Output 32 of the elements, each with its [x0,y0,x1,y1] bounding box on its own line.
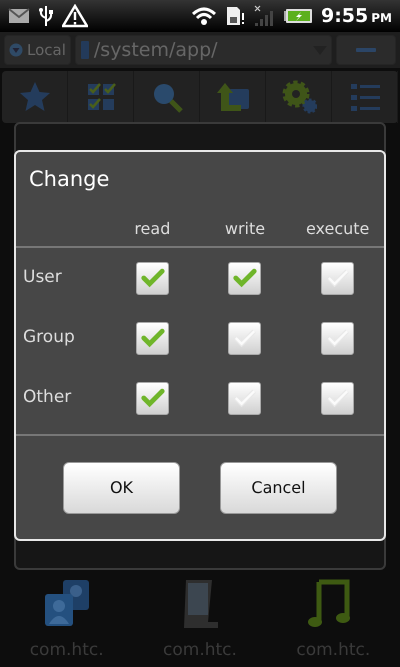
signal-icon [252,5,275,27]
mail-icon [8,8,30,24]
checkbox[interactable] [136,382,169,414]
column-header: read [133,218,172,240]
dialog-button[interactable]: Cancel [220,462,337,514]
checkbox[interactable] [136,262,169,294]
checkbox[interactable] [228,382,262,414]
usb-icon [38,4,54,28]
clock-time: 9:55 [320,4,368,29]
gear-icon[interactable] [280,79,316,115]
minus-icon [356,48,376,52]
battery-icon [282,8,313,24]
phone-icon [80,40,90,60]
checkbox[interactable] [321,322,354,354]
caret-icon [9,43,23,57]
checkbox[interactable] [228,262,262,294]
wifi-icon [190,6,217,26]
column-header: write [224,218,266,240]
clock-meridiem: PM [371,10,392,27]
dialog-title: Change [28,166,110,193]
checkbox[interactable] [321,382,354,414]
checkbox[interactable] [136,322,169,354]
column-header: execute [304,218,370,240]
dialog-button[interactable]: OK [63,462,180,514]
row-label: Other [22,386,72,410]
row-label: User [22,266,63,290]
path-text: /system/app/ [94,38,219,63]
checkbox[interactable] [228,322,262,354]
warning-icon [62,4,88,28]
row-label: Group [22,326,76,350]
checkbox[interactable] [321,262,354,294]
sd-card-icon [224,5,245,27]
